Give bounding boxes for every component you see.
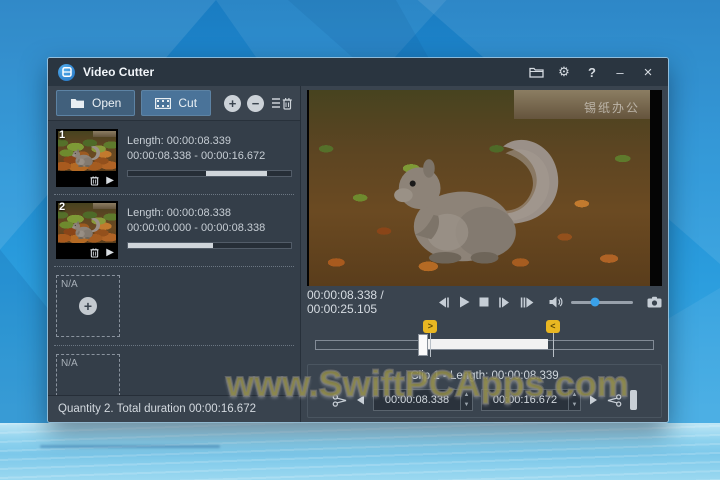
open-button[interactable]: Open — [56, 90, 136, 116]
window-title: Video Cutter — [83, 65, 155, 79]
spin-down-icon[interactable]: ▼ — [569, 400, 580, 410]
play-clip-icon[interactable]: ▶ — [106, 175, 114, 186]
start-time-spinner[interactable]: ▲ ▼ — [460, 390, 472, 410]
clear-list-button[interactable] — [272, 96, 292, 110]
add-clip-slot-button[interactable]: + — [79, 297, 97, 315]
volume-icon[interactable] — [549, 296, 563, 308]
cut-button-label: Cut — [178, 96, 198, 110]
clip-meta: Length: 00:00:08.339 00:00:08.338 - 00:0… — [127, 129, 292, 187]
help-icon[interactable]: ? — [582, 62, 602, 82]
split-marker-button[interactable] — [630, 390, 637, 410]
clip-thumbnail[interactable]: 2 ▶ — [56, 201, 118, 259]
screen: Video Cutter ⚙ ? – × Open Cut + − 1 ▶ Le… — [0, 0, 720, 480]
status-text: Quantity 2. Total duration 00:00:16.672 — [58, 403, 256, 415]
squirrel-graphic — [72, 217, 101, 239]
open-file-icon[interactable] — [526, 62, 546, 82]
folder-icon — [71, 98, 84, 108]
delete-clip-icon[interactable] — [90, 175, 99, 186]
end-tick — [552, 331, 554, 357]
add-clip-button[interactable]: + — [224, 94, 241, 112]
video-preview[interactable]: 锡纸办公 — [307, 90, 662, 286]
previous-frame-button[interactable] — [437, 297, 450, 308]
clip-meta: Length: 00:00:08.338 00:00:00.000 - 00:0… — [127, 201, 292, 259]
trim-end-handle[interactable]: < — [545, 320, 560, 333]
placeholder-box: N/A — [56, 354, 120, 395]
selected-clip-label: Clip 1 - Length: 00:00:08.339 — [410, 370, 559, 382]
clip-number: 2 — [59, 201, 66, 213]
clip-list: 1 ▶ Length: 00:00:08.339 00:00:08.338 - … — [48, 120, 300, 395]
filmstrip-icon — [155, 97, 172, 109]
play-clip-icon[interactable]: ▶ — [106, 247, 114, 258]
placeholder-slot-1: N/A + — [54, 267, 294, 346]
settings-gear-icon[interactable]: ⚙ — [554, 62, 574, 82]
cut-button[interactable]: Cut — [141, 90, 212, 116]
clip-edit-group: Clip 1 - Length: 00:00:08.339 00:00:08.3… — [307, 364, 662, 418]
video-overlay-watermark: 锡纸办公 — [583, 101, 640, 115]
titlebar[interactable]: Video Cutter ⚙ ? – × — [48, 58, 668, 86]
clip-progress-bar — [127, 242, 292, 249]
clip-progress-bar — [127, 170, 292, 177]
placeholder-label: N/A — [61, 358, 78, 369]
start-time-input[interactable] — [374, 390, 460, 410]
window-body: Open Cut + − 1 ▶ Length: 00:00:08.339 00… — [48, 86, 668, 422]
step-forward-button[interactable] — [589, 395, 598, 405]
clip-range-label: 00:00:08.338 - 00:00:16.672 — [127, 150, 266, 162]
trim-start-handle[interactable]: > — [423, 320, 438, 333]
minimize-icon[interactable]: – — [610, 62, 630, 82]
video-cutter-window: Video Cutter ⚙ ? – × Open Cut + − 1 ▶ Le… — [48, 58, 668, 422]
placeholder-box: N/A + — [56, 275, 120, 337]
placeholder-slot-2: N/A — [54, 346, 294, 395]
delete-clip-icon[interactable] — [90, 247, 99, 258]
play-button[interactable] — [459, 296, 470, 308]
spin-up-icon[interactable]: ▲ — [461, 390, 472, 400]
toolbar: Open Cut + − — [48, 86, 300, 120]
clip-length-label: Length: 00:00:08.338 — [127, 207, 231, 219]
preview-panel: 锡纸办公 00:00:08.338 / 00:00:25.105 > < Cli… — [301, 86, 668, 422]
trim-edit-row: ▲ ▼ ▲ ▼ — [332, 389, 637, 411]
clip-number: 1 — [59, 129, 66, 141]
next-frame-button[interactable] — [498, 297, 511, 308]
clip-item-1[interactable]: 1 ▶ Length: 00:00:08.339 00:00:08.338 - … — [54, 123, 294, 195]
end-time-spinner[interactable]: ▲ ▼ — [568, 390, 580, 410]
clip-range-label: 00:00:00.000 - 00:00:08.338 — [127, 222, 266, 234]
clip-length-label: Length: 00:00:08.339 — [127, 135, 231, 147]
timeline-playhead[interactable] — [418, 334, 429, 356]
volume-slider[interactable] — [571, 297, 633, 307]
remove-clip-button[interactable]: − — [247, 94, 264, 112]
step-back-button[interactable] — [356, 395, 365, 405]
thumbnail-image — [58, 203, 116, 243]
clip-progress-fill — [206, 171, 267, 176]
fast-forward-button[interactable] — [520, 297, 535, 308]
set-end-scissors-button[interactable] — [606, 393, 622, 408]
trim-timeline: > < — [307, 317, 662, 361]
squirrel-graphic — [393, 139, 558, 264]
set-start-scissors-button[interactable] — [332, 393, 348, 408]
snapshot-camera-button[interactable] — [647, 296, 662, 308]
status-bar: Quantity 2. Total duration 00:00:16.672 — [48, 395, 300, 422]
playback-time-label: 00:00:08.338 / 00:00:25.105 — [307, 288, 384, 316]
stop-button[interactable] — [479, 297, 489, 307]
app-logo-icon — [58, 63, 75, 81]
video-frame — [309, 90, 650, 286]
spin-down-icon[interactable]: ▼ — [461, 400, 472, 410]
thumbnail-image — [58, 131, 116, 171]
open-button-label: Open — [92, 96, 122, 110]
clear-list-icon — [272, 98, 292, 110]
close-icon[interactable]: × — [638, 62, 658, 82]
wallpaper-water — [0, 423, 720, 480]
clip-item-2[interactable]: 2 ▶ Length: 00:00:08.338 00:00:00.000 - … — [54, 195, 294, 267]
start-tick — [430, 331, 432, 357]
clip-progress-fill — [128, 243, 213, 248]
squirrel-graphic — [72, 145, 101, 167]
end-time-field[interactable]: ▲ ▼ — [481, 389, 581, 411]
playback-controls: 00:00:08.338 / 00:00:25.105 — [307, 288, 662, 316]
volume-slider-thumb[interactable] — [590, 297, 600, 307]
timeline-selection[interactable] — [425, 339, 548, 349]
end-time-input[interactable] — [482, 390, 568, 410]
start-time-field[interactable]: ▲ ▼ — [373, 389, 473, 411]
clip-panel: Open Cut + − 1 ▶ Length: 00:00:08.339 00… — [48, 86, 301, 422]
placeholder-label: N/A — [61, 279, 78, 290]
spin-up-icon[interactable]: ▲ — [569, 390, 580, 400]
clip-thumbnail[interactable]: 1 ▶ — [56, 129, 118, 187]
